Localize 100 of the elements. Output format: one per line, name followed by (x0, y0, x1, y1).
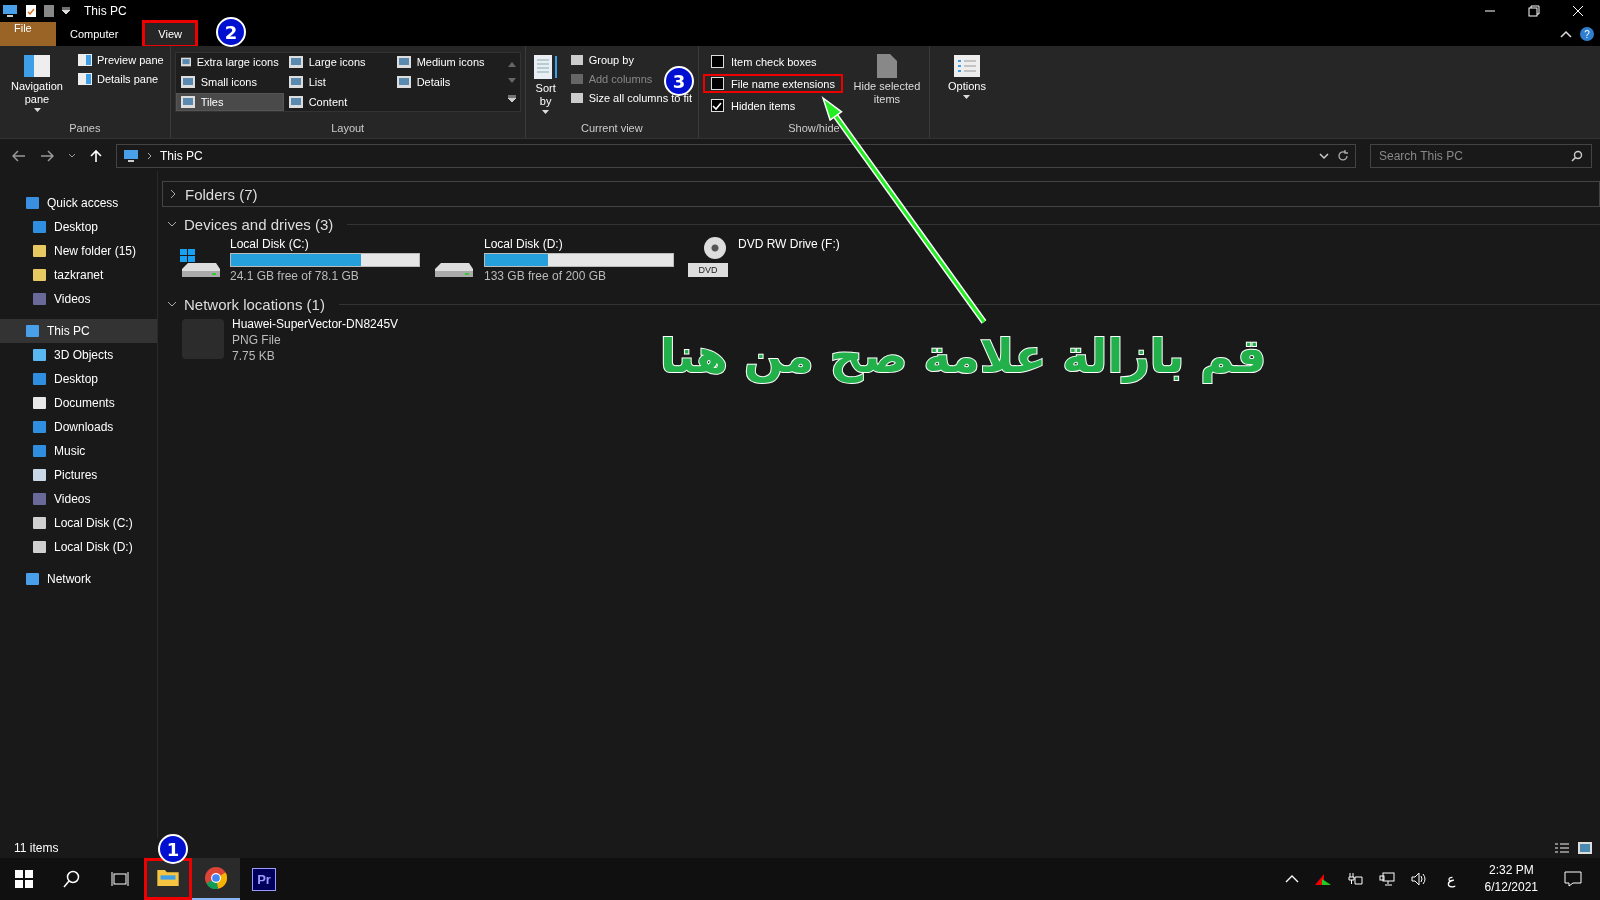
recent-locations-icon[interactable] (68, 153, 76, 159)
large-icons-view-icon[interactable] (1578, 842, 1592, 854)
task-view-icon[interactable] (111, 871, 129, 887)
search-field[interactable]: Search This PC (1370, 144, 1592, 168)
chevron-down-icon[interactable] (1319, 152, 1329, 160)
drive-name[interactable]: Local Disk (C:) (230, 237, 420, 251)
address-bar[interactable]: This PC (116, 144, 1356, 168)
help-button[interactable]: ? (1580, 27, 1594, 41)
refresh-icon[interactable] (1337, 150, 1349, 162)
more-icon[interactable] (507, 95, 516, 104)
details-pane-button[interactable]: Details pane (76, 71, 161, 87)
sidebar-item[interactable]: Local Disk (D:) (0, 535, 157, 559)
search-icon (1571, 150, 1583, 162)
view-icon (288, 76, 303, 88)
free-space: 24.1 GB free of 78.1 GB (230, 269, 360, 283)
layout-option[interactable]: Tiles (175, 93, 284, 111)
collapse-ribbon-icon[interactable] (1560, 30, 1572, 38)
input-language[interactable]: ع (1446, 871, 1455, 887)
sidebar-item[interactable]: Desktop (0, 367, 157, 391)
options-button[interactable]: Options (933, 50, 1000, 103)
battery-icon[interactable] (1346, 872, 1363, 886)
sidebar-item[interactable]: This PC (0, 319, 157, 343)
sidebar-item[interactable]: Quick access (0, 191, 157, 215)
sidebar-item[interactable]: 3D Objects (0, 343, 157, 367)
preview-pane-button[interactable]: Preview pane (76, 52, 166, 68)
drive-name[interactable]: Local Disk (D:) (484, 237, 674, 251)
layout-option[interactable]: Large icons (283, 53, 392, 71)
sidebar-item[interactable]: Downloads (0, 415, 157, 439)
layout-option[interactable]: Small icons (175, 73, 284, 91)
forward-icon[interactable] (40, 150, 54, 162)
sidebar-item[interactable]: tazkranet (0, 263, 157, 287)
view-icon (396, 56, 411, 68)
up-icon[interactable] (90, 149, 102, 163)
free-space: 133 GB free of 200 GB (484, 269, 608, 283)
caret-icon (542, 110, 550, 114)
sidebar-item[interactable]: New folder (15) (0, 239, 157, 263)
ribbon-tab[interactable]: View (144, 22, 196, 46)
search-icon[interactable] (63, 870, 81, 888)
sidebar-item[interactable]: Network (0, 567, 157, 591)
layout-option[interactable]: Extra large icons (175, 53, 284, 71)
ribbon-tab[interactable]: Computer (56, 22, 133, 46)
view-icon (180, 96, 195, 108)
group-label: Layout (330, 121, 366, 136)
group-header[interactable]: Devices and drives (3) (162, 213, 1600, 235)
view-command[interactable]: Group by (567, 52, 636, 68)
sidebar-item[interactable]: Local Disk (C:) (0, 511, 157, 535)
layout-option[interactable]: List (283, 73, 392, 91)
annotation-text: قم بازالة علامة صح من هنا (660, 328, 1267, 385)
checkbox[interactable] (711, 77, 724, 90)
sidebar-item[interactable]: Desktop (0, 215, 157, 239)
group-header[interactable]: Network locations (1) (162, 293, 1600, 315)
sort-by-button[interactable]: Sort by (529, 50, 562, 118)
sidebar-item[interactable]: Pictures (0, 463, 157, 487)
pane-icon (23, 54, 51, 78)
close-icon[interactable] (1572, 5, 1584, 17)
group-label: Show/hide (787, 121, 841, 136)
checkbox[interactable] (711, 99, 724, 112)
chevron-up-icon[interactable] (1284, 875, 1299, 883)
checkbox-option[interactable]: Item check boxes (703, 52, 825, 71)
checkbox-option[interactable]: Hidden items (703, 96, 804, 115)
windows-start-icon[interactable] (15, 870, 33, 888)
browser-icon (205, 867, 227, 889)
checkbox[interactable] (711, 55, 724, 68)
sidebar-item[interactable]: Videos (0, 287, 157, 311)
flag-icon[interactable] (1314, 873, 1331, 885)
notifications-icon[interactable] (1564, 871, 1582, 887)
view-icon (288, 56, 303, 68)
group-header[interactable]: Folders (7) (162, 181, 1600, 207)
drive-name[interactable]: DVD RW Drive (F:) (738, 237, 840, 251)
sidebar-item[interactable]: Documents (0, 391, 157, 415)
restore-icon[interactable] (1528, 5, 1540, 17)
taskbar-app[interactable] (192, 858, 240, 900)
chevron-right-icon (147, 152, 152, 160)
pane-icon (78, 73, 92, 85)
ribbon-tab[interactable]: File (0, 22, 56, 46)
sidebar-item[interactable]: Videos (0, 487, 157, 511)
speaker-icon[interactable] (1410, 872, 1427, 886)
scroll-up-icon[interactable] (507, 60, 516, 67)
checkbox-option[interactable]: File name extensions (703, 74, 843, 93)
group-label: Current view (579, 121, 644, 136)
file-name[interactable]: Huawei-SuperVector-DN8245V (232, 317, 399, 331)
properties-icon[interactable] (26, 5, 36, 17)
step-badge: 1 (158, 834, 188, 864)
sidebar-item[interactable]: Music (0, 439, 157, 463)
navigation-pane-button[interactable]: Navigation pane (4, 50, 70, 116)
view-icon (288, 96, 303, 108)
layout-option[interactable]: Content (283, 93, 392, 111)
layout-option[interactable]: Details (391, 73, 504, 91)
view-icon (396, 76, 411, 88)
hide-selected-items-button[interactable]: Hide selected items (848, 50, 925, 110)
taskbar-app[interactable]: Pr (240, 858, 288, 900)
caret-icon (33, 108, 41, 112)
clock[interactable]: 2:32 PM 6/12/2021 (1484, 862, 1538, 896)
layout-option[interactable]: Medium icons (391, 53, 504, 71)
taskbar-app[interactable] (144, 858, 192, 900)
back-icon[interactable] (12, 150, 26, 162)
scroll-down-icon[interactable] (507, 78, 516, 84)
dropdown-icon[interactable] (62, 7, 70, 15)
details-view-icon[interactable] (1554, 842, 1570, 854)
checklist-icon (952, 54, 981, 78)
